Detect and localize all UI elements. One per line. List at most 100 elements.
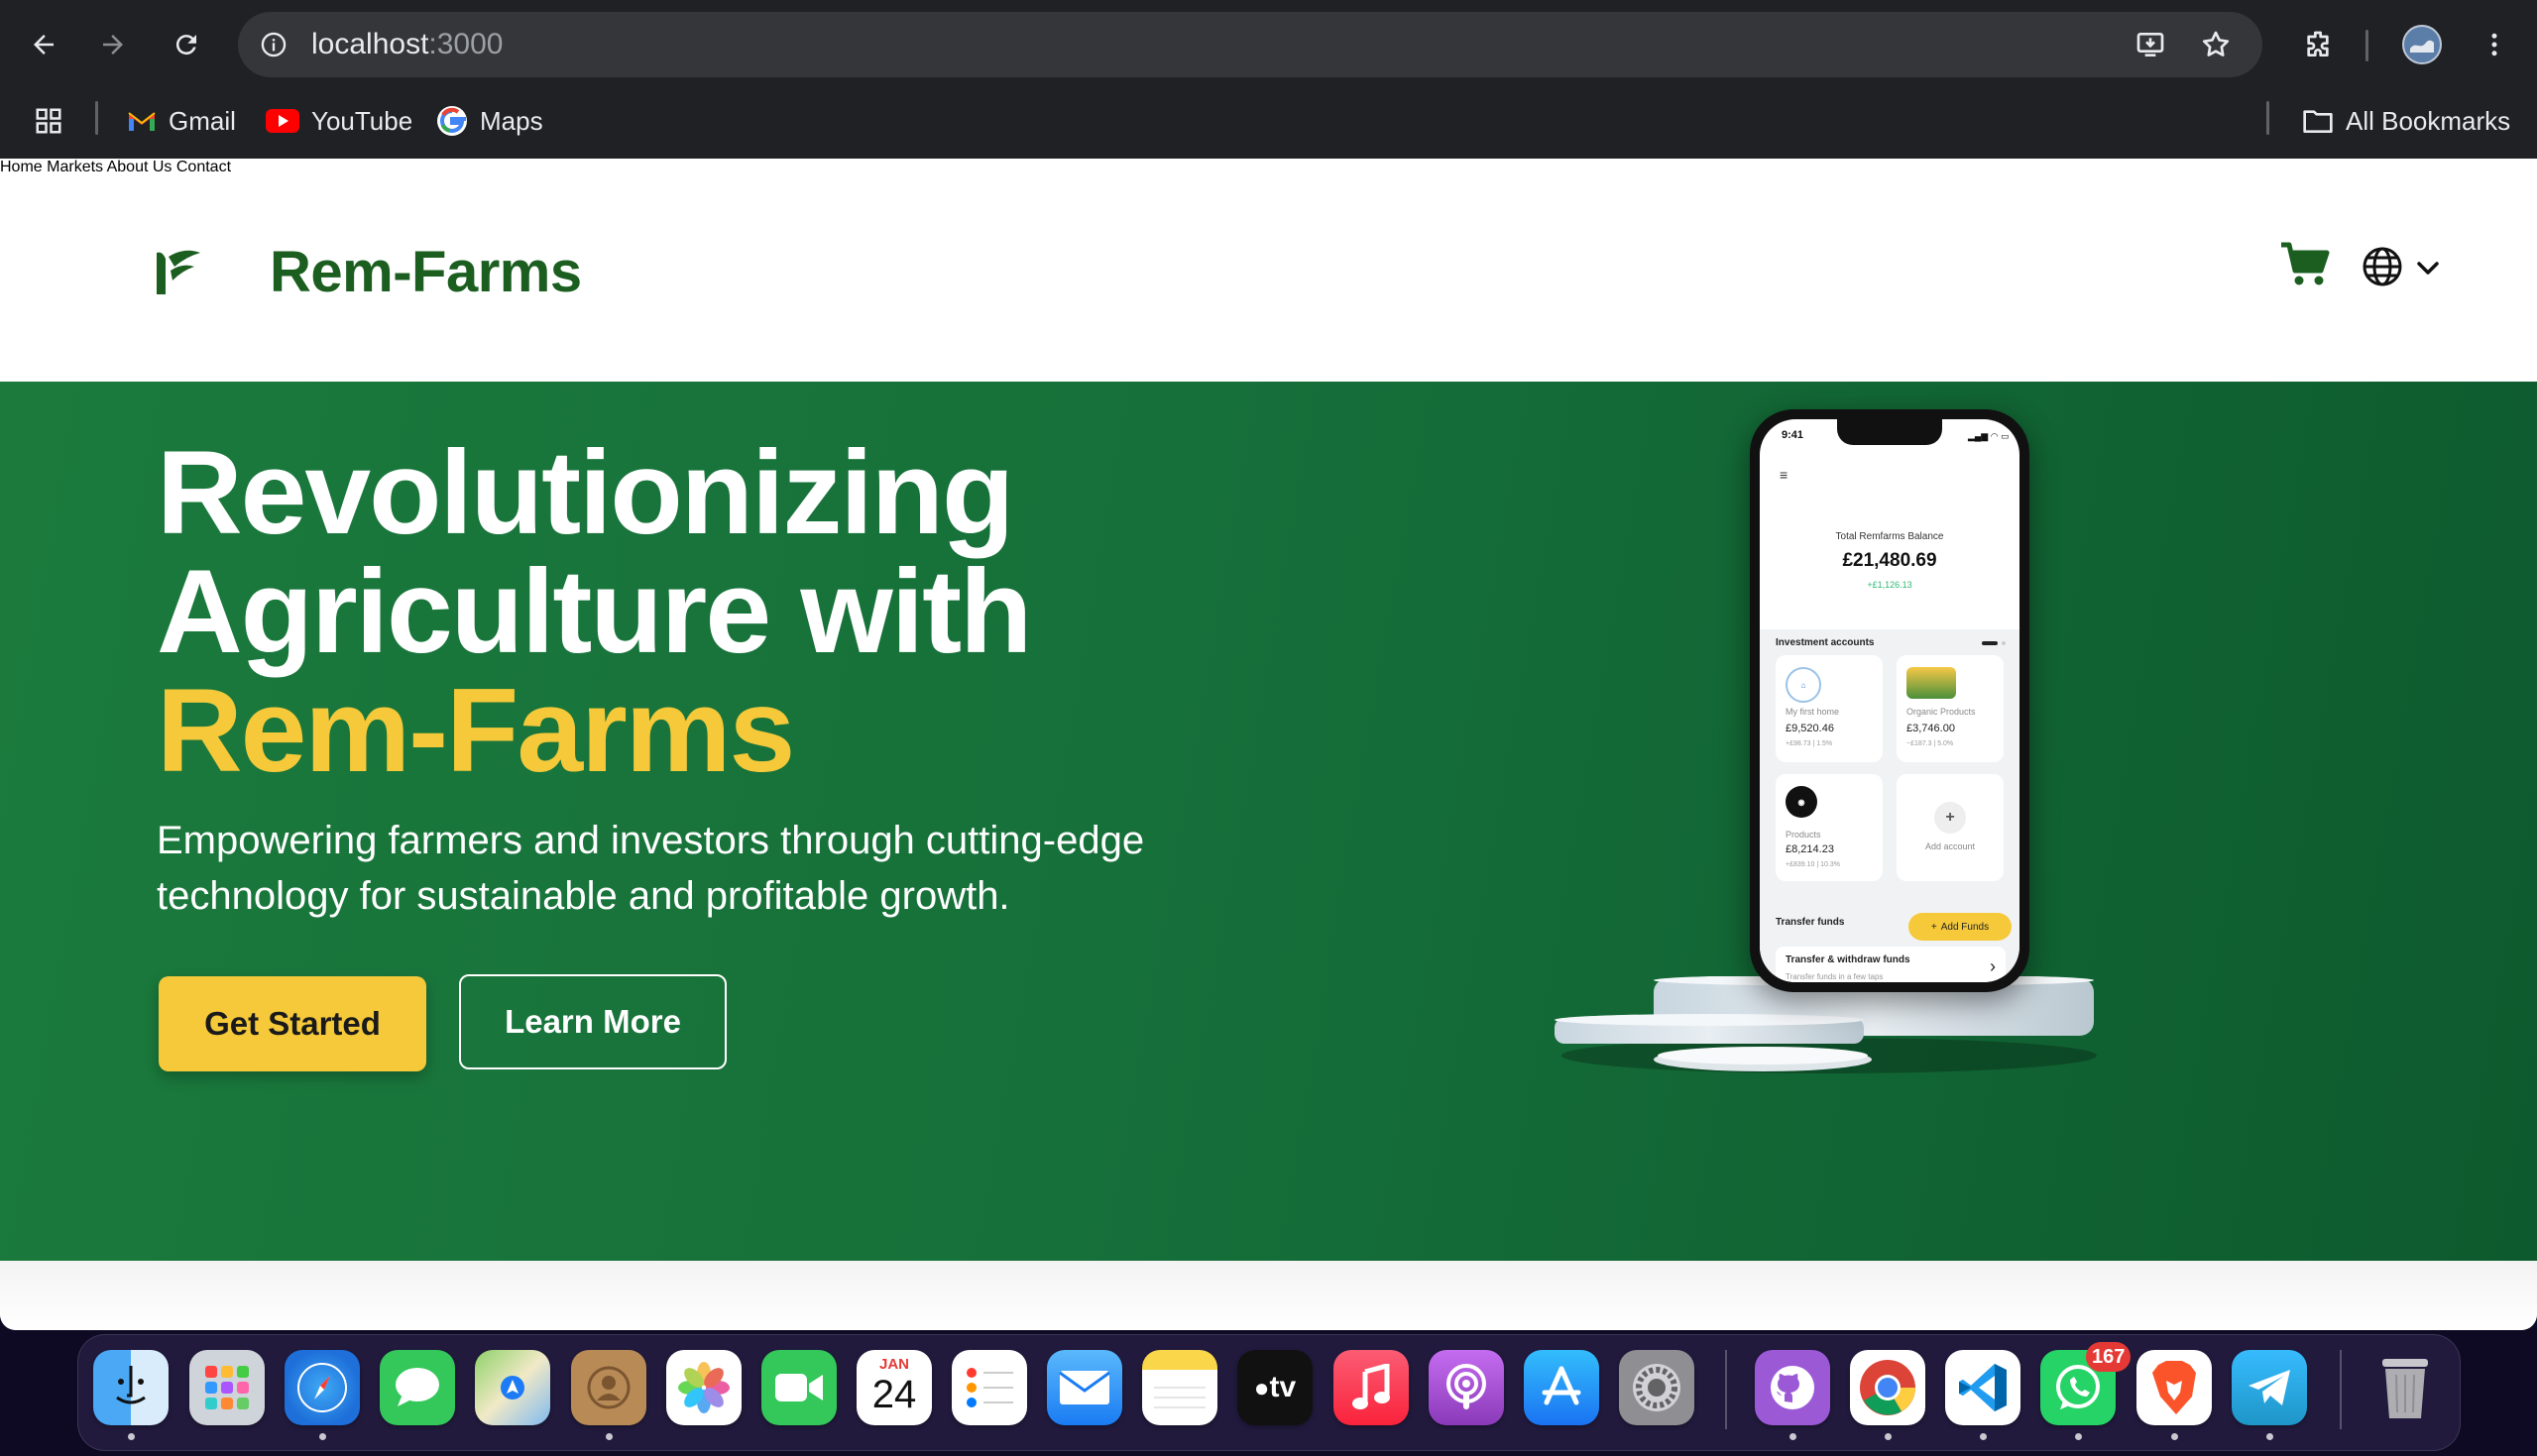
products-logo-icon: ◉ [1786,786,1817,818]
finder-icon[interactable] [93,1350,169,1425]
page-viewport: Rem-Farms Home Markets About Us Contact … [0,159,2537,1330]
bookmark-label: Gmail [169,105,236,136]
rem-farms-logo-icon[interactable] [149,243,208,302]
brand-name[interactable]: Rem-Farms [270,238,582,307]
account-change: −£187.3 | 5.0% [1906,740,1954,747]
safari-icon[interactable] [285,1350,360,1425]
learn-more-button[interactable]: Learn More [459,974,727,1069]
app-store-icon[interactable] [1524,1350,1599,1425]
github-icon[interactable] [1755,1350,1830,1425]
bookmark-gmail[interactable]: Gmail [127,101,236,141]
hero-subtitle: Empowering farmers and investors through… [157,813,1297,924]
hero-section: Revolutionizing Agriculture with Rem-Far… [0,382,2537,1261]
running-indicator [319,1433,326,1440]
url-text[interactable]: localhost:3000 [311,26,503,63]
extensions-icon[interactable] [2295,22,2341,67]
calendar-day: 24 [871,1373,917,1416]
hero-title-line-2: Agriculture with [157,545,1032,678]
apple-tv-icon[interactable]: ● tv [1237,1350,1313,1425]
bookmark-label: YouTube [311,105,413,136]
withdraw-title: Transfer & withdraw funds [1786,954,1910,965]
nav-home[interactable]: Home [0,159,43,175]
bookmark-star-icon[interactable] [2195,24,2237,65]
hero-title: Revolutionizing Agriculture with Rem-Far… [157,433,1346,790]
bookmarks-divider [95,101,98,135]
forward-button[interactable] [90,22,136,67]
investment-accounts-title: Investment accounts [1776,637,1875,648]
messages-icon[interactable] [380,1350,455,1425]
notes-icon[interactable] [1142,1350,1217,1425]
contacts-icon[interactable] [571,1350,646,1425]
whatsapp-badge: 167 [2086,1342,2132,1372]
balance-value: £21,480.69 [1842,550,1937,571]
chevron-right-icon: › [1990,956,1996,976]
nav-contact[interactable]: Contact [176,159,231,175]
maps-icon[interactable] [475,1350,550,1425]
apple-logo-icon: ● [1253,1372,1270,1402]
photos-icon[interactable] [666,1350,742,1425]
telegram-icon[interactable] [2232,1350,2307,1425]
next-section-edge [0,1261,2537,1330]
apps-grid-icon[interactable] [34,101,63,141]
transfer-withdraw-row: Transfer & withdraw funds Transfer funds… [1776,947,2006,982]
transfer-funds-title: Transfer funds [1776,917,1845,928]
running-indicator [2075,1433,2082,1440]
reload-button[interactable] [164,22,209,67]
google-maps-icon [437,106,467,136]
hero-subtitle-line-1: Empowering farmers and investors through… [157,819,1145,862]
account-change: +£98.73 | 1.5% [1786,740,1833,747]
plus-icon: + [1934,802,1966,834]
profile-avatar[interactable] [2399,22,2445,67]
running-indicator [1980,1433,1987,1440]
bookmark-maps[interactable]: Maps [436,101,543,141]
hero-title-accent: Rem-Farms [157,664,795,797]
site-header: Rem-Farms Home Markets About Us Contact [0,159,2537,382]
calendar-icon[interactable]: JAN 24 [857,1350,932,1425]
add-funds-pill: + Add Funds [1908,913,2012,941]
account-change: +£839.10 | 10.3% [1786,861,1840,868]
install-app-icon[interactable] [2130,24,2171,65]
investment-accounts-section: Investment accounts ⌂ My first home £9,5… [1760,629,2019,982]
hamburger-menu-icon: ≡ [1780,467,1788,483]
back-button[interactable] [21,22,66,67]
trash-icon[interactable] [2367,1350,2443,1425]
bookmark-youtube[interactable]: YouTube [266,101,412,141]
shopping-cart-icon[interactable] [2278,238,2332,291]
dock-divider [2340,1350,2342,1429]
youtube-icon [266,109,299,133]
launchpad-icon[interactable] [189,1350,265,1425]
running-indicator [2266,1433,2273,1440]
brave-icon[interactable] [2136,1350,2212,1425]
mail-icon[interactable] [1047,1350,1122,1425]
calendar-month: JAN [878,1356,909,1373]
balance-change: +£1,126.13 [1867,580,1912,590]
phone-notch [1837,419,1942,445]
system-settings-icon[interactable] [1619,1350,1694,1425]
url-port: :3000 [428,28,504,60]
back-arrow-icon [34,35,54,55]
music-icon[interactable] [1333,1350,1409,1425]
chevron-down-icon[interactable] [2413,254,2443,283]
site-info-icon[interactable] [256,27,291,62]
chrome-icon[interactable] [1850,1350,1925,1425]
tv-label: tv [1269,1371,1297,1403]
get-started-button[interactable]: Get Started [159,976,426,1071]
nav-markets[interactable]: Markets [47,159,103,175]
vscode-icon[interactable] [1945,1350,2020,1425]
url-host: localhost [311,28,429,60]
globe-language-icon[interactable] [2360,244,2405,289]
reminders-icon[interactable] [952,1350,1027,1425]
account-name: My first home [1786,707,1840,717]
phone-time: 9:41 [1782,429,1804,441]
account-card: ◉ Products £8,214.23 +£839.10 | 10.3% [1776,774,1883,881]
address-bar[interactable]: localhost:3000 [238,12,2262,77]
browser-chrome: localhost:3000 Gmail YouTube Maps All Bo… [0,0,2537,159]
all-bookmarks-button[interactable]: All Bookmarks [2302,101,2510,141]
browser-menu-icon[interactable] [2472,22,2517,67]
podcasts-icon[interactable] [1429,1350,1504,1425]
running-indicator [128,1433,135,1440]
account-card: Organic Products £3,746.00 −£187.3 | 5.0… [1897,655,2004,762]
nav-about-us[interactable]: About Us [107,159,173,175]
account-value: £8,214.23 [1786,843,1834,855]
facetime-icon[interactable] [761,1350,837,1425]
